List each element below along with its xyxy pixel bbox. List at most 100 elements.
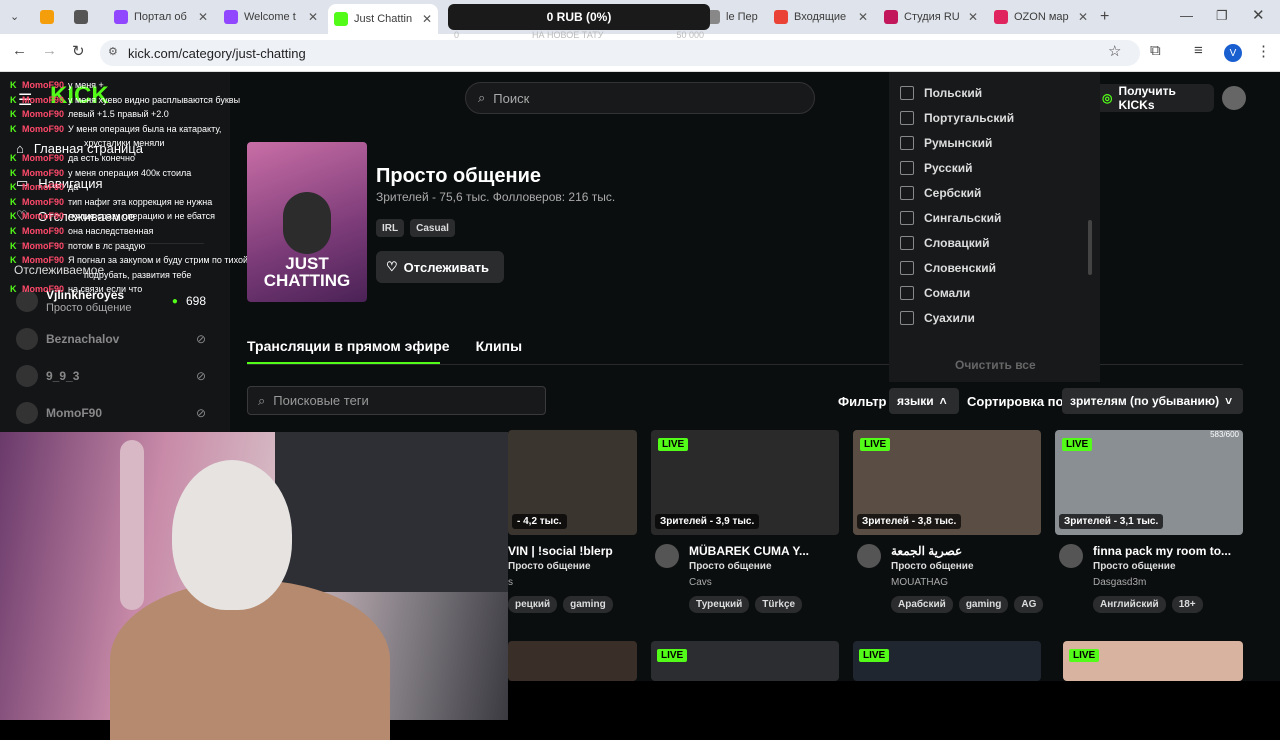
pinned-tab[interactable] <box>68 4 104 30</box>
forward-icon[interactable]: → <box>42 42 57 59</box>
checkbox[interactable] <box>900 311 914 325</box>
chat-message: K MomoF90 Я погнал за закупом и буду стрим… <box>10 253 280 268</box>
bookmark-star-icon[interactable]: ☆ <box>1108 42 1121 60</box>
follow-button[interactable]: ♡ Отслеживать <box>376 251 504 283</box>
menu-icon[interactable]: ⋮ <box>1256 42 1271 60</box>
language-option[interactable]: Русский <box>900 161 973 175</box>
stream-category[interactable]: Просто общение <box>689 561 772 572</box>
stream-thumbnail[interactable]: LIVE <box>1063 641 1243 681</box>
checkbox[interactable] <box>900 286 914 300</box>
stream-tag[interactable]: gaming <box>563 596 613 613</box>
language-option[interactable]: Словенский <box>900 261 996 275</box>
stream-title[interactable]: عصرية الجمعة <box>891 544 1041 558</box>
browser-tab[interactable]: Входящие ✕ <box>768 4 874 30</box>
maximize-icon[interactable]: ❐ <box>1216 8 1228 24</box>
stream-tag[interactable]: 18+ <box>1171 596 1203 613</box>
streamer-name[interactable]: Dasgasd3m <box>1093 577 1146 588</box>
tab-list-icon[interactable]: ⌄ <box>10 10 19 23</box>
tag-search-input[interactable]: ⌕ Поисковые теги <box>247 386 546 415</box>
checkbox[interactable] <box>900 161 914 175</box>
browser-tab[interactable]: OZON мар ✕ <box>988 4 1094 30</box>
checkbox[interactable] <box>900 211 914 225</box>
stream-tag[interactable]: рецкий <box>508 596 558 613</box>
new-tab-icon[interactable]: + <box>1100 8 1109 26</box>
close-tab-icon[interactable]: ✕ <box>194 10 208 24</box>
checkbox[interactable] <box>900 261 914 275</box>
media-control-icon[interactable]: ≡ <box>1194 42 1203 59</box>
category-tag[interactable]: Casual <box>410 219 455 237</box>
tab-label: Студия RU <box>904 11 960 23</box>
stream-title[interactable]: MÜBAREK CUMA Y... <box>689 544 839 558</box>
languages-dropdown[interactable]: языки ˄ <box>889 388 959 414</box>
search-input[interactable]: ⌕ Поиск <box>465 82 815 114</box>
streamer-avatar[interactable] <box>1059 544 1083 568</box>
extensions-icon[interactable]: ⧉ <box>1150 42 1161 59</box>
followed-channel[interactable]: MomoF90 ⊘ <box>16 402 206 424</box>
user-avatar[interactable] <box>1222 86 1246 110</box>
stream-thumbnail[interactable]: LIVE <box>651 641 839 681</box>
stream-category[interactable]: Просто общение <box>891 561 974 572</box>
language-option[interactable]: Словацкий <box>900 236 990 250</box>
streamer-avatar[interactable] <box>655 544 679 568</box>
close-tab-icon[interactable]: ✕ <box>854 10 868 24</box>
close-tab-icon[interactable]: ✕ <box>418 12 432 26</box>
tab-clips[interactable]: Клипы <box>476 338 522 354</box>
back-icon[interactable]: ← <box>12 42 27 59</box>
followed-channel[interactable]: 9_9_3 ⊘ <box>16 365 206 387</box>
stream-card[interactable]: LIVE 583/600 Зрителей - 3,1 тыс. finna pack… <box>1055 430 1243 620</box>
language-option[interactable]: Румынский <box>900 136 992 150</box>
url-input[interactable]: kick.com/category/just-chatting <box>100 40 1140 66</box>
stream-category[interactable]: Просто общение <box>1093 561 1176 572</box>
stream-thumbnail[interactable] <box>508 641 637 681</box>
tab-live-streams[interactable]: Трансляции в прямом эфире <box>247 338 450 354</box>
checkbox[interactable] <box>900 136 914 150</box>
checkbox[interactable] <box>900 86 914 100</box>
browser-tab[interactable]: Портал об ✕ <box>108 4 214 30</box>
stream-tag[interactable]: Арабский <box>891 596 953 613</box>
stream-tag[interactable]: AG <box>1014 596 1044 613</box>
language-option[interactable]: Португальский <box>900 111 1014 125</box>
stream-tag[interactable]: Türkçe <box>755 596 803 613</box>
followed-channel[interactable]: Beznachalov ⊘ <box>16 328 206 350</box>
checkbox[interactable] <box>900 236 914 250</box>
browser-tab[interactable]: Just Chattin ✕ <box>328 4 438 34</box>
category-tag[interactable]: IRL <box>376 219 405 237</box>
minimize-icon[interactable]: — <box>1180 8 1193 23</box>
streamer-avatar[interactable] <box>857 544 881 568</box>
language-option[interactable]: Сингальский <box>900 211 1001 225</box>
stream-card[interactable]: - 4,2 тыс. VIN | !social !blerp Просто общ… <box>508 430 637 620</box>
stream-tag[interactable]: Турецкий <box>689 596 750 613</box>
checkbox[interactable] <box>900 111 914 125</box>
chat-text: у меня + <box>68 80 104 90</box>
stream-card[interactable]: LIVE Зрителей - 3,8 тыс. عصرية الجمعة Прост… <box>853 430 1044 620</box>
close-window-icon[interactable]: ✕ <box>1252 6 1265 24</box>
dropdown-scrollbar[interactable] <box>1088 220 1092 275</box>
get-kicks-button[interactable]: ◎ Получить KICKs <box>1094 84 1214 112</box>
stream-tag[interactable]: gaming <box>958 596 1009 613</box>
sort-dropdown[interactable]: зрителям (по убыванию) ˅ <box>1062 388 1243 414</box>
stream-title[interactable]: finna pack my room to... <box>1093 544 1243 558</box>
browser-tab[interactable]: Студия RU ✕ <box>878 4 984 30</box>
stream-category[interactable]: Просто общение <box>508 561 591 572</box>
streamer-name[interactable]: MOUATHAG <box>891 577 948 588</box>
language-option[interactable]: Сомали <box>900 286 970 300</box>
stream-thumbnail[interactable]: LIVE <box>853 641 1041 681</box>
streamer-name[interactable]: Cavs <box>689 577 712 588</box>
streamer-name[interactable]: s <box>508 577 513 588</box>
site-info-icon[interactable]: ⚙ <box>108 45 118 58</box>
pinned-tab[interactable] <box>34 4 64 30</box>
clear-all-button[interactable]: Очистить все <box>955 358 1036 372</box>
reload-icon[interactable]: ↻ <box>72 42 85 60</box>
close-tab-icon[interactable]: ✕ <box>304 10 318 24</box>
stream-card[interactable]: LIVE Зрителей - 3,9 тыс. MÜBAREK CUMA Y...… <box>651 430 839 620</box>
language-option[interactable]: Польский <box>900 86 982 100</box>
browser-tab[interactable]: Welcome t ✕ <box>218 4 324 30</box>
stream-title[interactable]: VIN | !social !blerp <box>508 544 637 558</box>
language-option[interactable]: Суахили <box>900 311 975 325</box>
profile-avatar[interactable]: V <box>1224 44 1242 62</box>
checkbox[interactable] <box>900 186 914 200</box>
stream-tag[interactable]: Английский <box>1093 596 1166 613</box>
language-option[interactable]: Сербский <box>900 186 981 200</box>
close-tab-icon[interactable]: ✕ <box>1074 10 1088 24</box>
close-tab-icon[interactable]: ✕ <box>964 10 978 24</box>
